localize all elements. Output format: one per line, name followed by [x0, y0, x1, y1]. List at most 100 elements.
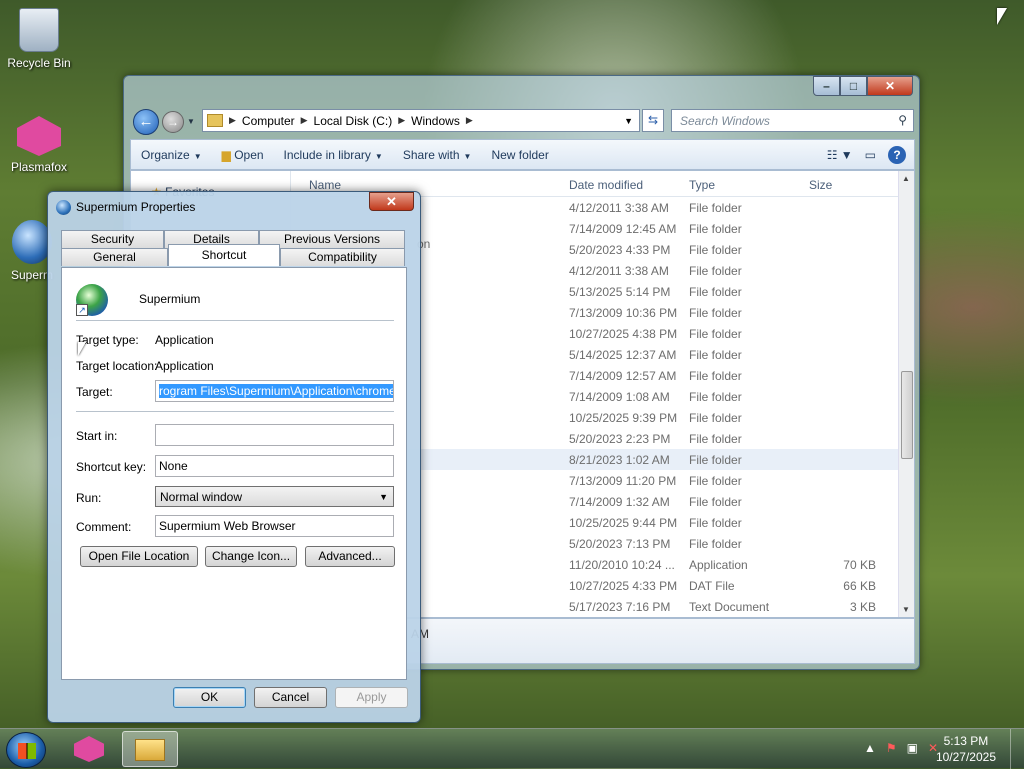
- search-placeholder: Search Windows: [680, 114, 770, 128]
- shortcut-name: Supermium: [139, 292, 201, 306]
- search-input[interactable]: Search Windows ⚲: [671, 109, 914, 132]
- help-icon[interactable]: ?: [888, 145, 906, 164]
- address-dropdown-icon[interactable]: ▼: [624, 116, 633, 126]
- address-bar[interactable]: ▶ Computer ▶ Local Disk (C:) ▶ Windows ▶…: [202, 109, 640, 132]
- row-date: 7/13/2009 10:36 PM: [569, 306, 678, 320]
- row-type: File folder: [689, 285, 742, 299]
- apply-button[interactable]: Apply: [335, 687, 408, 708]
- scroll-up-icon[interactable]: ▲: [902, 174, 910, 183]
- show-hidden-icons-icon[interactable]: ▲: [864, 741, 876, 755]
- back-button[interactable]: ←: [133, 109, 159, 135]
- properties-dialog: Supermium Properties ✕ Security Details …: [47, 191, 421, 723]
- open-file-location-button[interactable]: Open File Location: [80, 546, 198, 567]
- row-type: File folder: [689, 222, 742, 236]
- column-header-name[interactable]: Name: [309, 178, 341, 192]
- shortcut-tab-panel: ↗ Supermium Target type: Application Tar…: [61, 267, 407, 680]
- breadcrumb-local-disk[interactable]: Local Disk (C:): [314, 114, 393, 128]
- chevron-right-icon[interactable]: ▶: [229, 115, 236, 126]
- row-size: 70 KB: [843, 558, 876, 572]
- system-tray: ▲ ⚑ ▣ ✕: [864, 741, 938, 755]
- target-location-label: Target location:: [76, 359, 158, 373]
- chevron-right-icon[interactable]: ▶: [398, 115, 405, 126]
- desktop-icon-recycle-bin[interactable]: Recycle Bin: [1, 8, 77, 70]
- close-button[interactable]: ✕: [867, 76, 913, 96]
- new-folder-button[interactable]: New folder: [481, 148, 558, 162]
- tab-row-bottom: General Shortcut Compatibility: [61, 244, 405, 266]
- row-type: File folder: [689, 432, 742, 446]
- comment-input[interactable]: Supermium Web Browser: [155, 515, 394, 537]
- preview-pane-icon[interactable]: ▭: [865, 148, 876, 162]
- dialog-title: Supermium Properties: [76, 200, 196, 214]
- row-type: File folder: [689, 201, 742, 215]
- row-type: File folder: [689, 495, 742, 509]
- advanced-button[interactable]: Advanced...: [305, 546, 395, 567]
- run-select[interactable]: Normal window ▼: [155, 486, 394, 507]
- row-type: File folder: [689, 453, 742, 467]
- recent-pages-dropdown[interactable]: ▼: [187, 117, 195, 126]
- row-type: Text Document: [689, 600, 770, 614]
- view-options-icon[interactable]: ☷ ▼: [827, 148, 853, 162]
- scroll-down-icon[interactable]: ▼: [902, 605, 910, 614]
- supermium-icon: [56, 200, 71, 215]
- desktop-icon-plasmafox[interactable]: Plasmafox: [1, 116, 77, 174]
- row-date: 7/14/2009 12:45 AM: [569, 222, 677, 236]
- start-in-input[interactable]: [155, 424, 394, 446]
- supermium-icon: [12, 220, 52, 264]
- row-type: File folder: [689, 348, 742, 362]
- taskbar-explorer[interactable]: [122, 731, 178, 767]
- shortcut-key-input[interactable]: None: [155, 455, 394, 477]
- target-location-value: Application: [155, 359, 214, 373]
- show-desktop-button[interactable]: [1010, 729, 1024, 769]
- row-type: Application: [689, 558, 748, 572]
- chevron-right-icon[interactable]: ▶: [466, 115, 473, 126]
- refresh-button[interactable]: ⇆: [642, 109, 664, 132]
- target-input[interactable]: rogram Files\Supermium\Application\chrom…: [155, 380, 394, 402]
- row-date: 5/14/2025 12:37 AM: [569, 348, 677, 362]
- comment-label: Comment:: [76, 520, 132, 534]
- forward-button[interactable]: →: [162, 111, 184, 133]
- shortcut-arrow-icon: ↗: [76, 304, 88, 316]
- tab-previous-versions[interactable]: Previous Versions: [259, 230, 405, 248]
- clock-time: 5:13 PM: [943, 734, 989, 748]
- column-header-size[interactable]: Size: [809, 178, 832, 192]
- row-date: 10/27/2025 4:33 PM: [569, 579, 678, 593]
- row-type: File folder: [689, 537, 742, 551]
- share-with-button[interactable]: Share with ▼: [393, 148, 482, 162]
- change-icon-button[interactable]: Change Icon...: [205, 546, 297, 567]
- search-icon: ⚲: [898, 113, 907, 127]
- organize-button[interactable]: Organize ▼: [131, 148, 212, 162]
- close-button[interactable]: ✕: [369, 192, 414, 211]
- run-select-value: Normal window: [160, 490, 243, 504]
- column-header-date[interactable]: Date modified: [569, 178, 643, 192]
- column-header-type[interactable]: Type: [689, 178, 715, 192]
- window-controls: – □ ✕: [813, 76, 913, 96]
- recycle-bin-icon: [19, 8, 59, 52]
- row-date: 5/17/2023 7:16 PM: [569, 600, 671, 614]
- clock[interactable]: 5:13 PM 10/27/2025: [936, 733, 996, 765]
- scrollbar-thumb[interactable]: [901, 371, 913, 459]
- row-date: 7/14/2009 1:32 AM: [569, 495, 670, 509]
- ok-button[interactable]: OK: [173, 687, 246, 708]
- network-icon[interactable]: ▣: [907, 741, 918, 755]
- tab-security[interactable]: Security: [61, 230, 164, 248]
- open-button[interactable]: ▆ Open: [212, 148, 274, 162]
- tab-general[interactable]: General: [61, 248, 168, 266]
- start-button[interactable]: [6, 732, 46, 768]
- desktop-icon-label: Plasmafox: [10, 160, 68, 174]
- row-type: File folder: [689, 516, 742, 530]
- chevron-right-icon[interactable]: ▶: [301, 115, 308, 126]
- cancel-button[interactable]: Cancel: [254, 687, 327, 708]
- include-in-library-button[interactable]: Include in library ▼: [274, 148, 393, 162]
- tab-shortcut[interactable]: Shortcut: [168, 244, 280, 266]
- divider: [76, 411, 394, 412]
- tab-compatibility[interactable]: Compatibility: [280, 248, 405, 266]
- action-center-icon[interactable]: ⚑: [886, 741, 897, 755]
- taskbar-plasmafox[interactable]: [66, 731, 112, 767]
- row-type: File folder: [689, 369, 742, 383]
- minimize-button[interactable]: –: [813, 76, 840, 96]
- breadcrumb-windows[interactable]: Windows: [411, 114, 460, 128]
- breadcrumb-computer[interactable]: Computer: [242, 114, 295, 128]
- vertical-scrollbar[interactable]: ▲ ▼: [898, 171, 914, 617]
- row-date: 5/20/2023 7:13 PM: [569, 537, 671, 551]
- maximize-button[interactable]: □: [840, 76, 867, 96]
